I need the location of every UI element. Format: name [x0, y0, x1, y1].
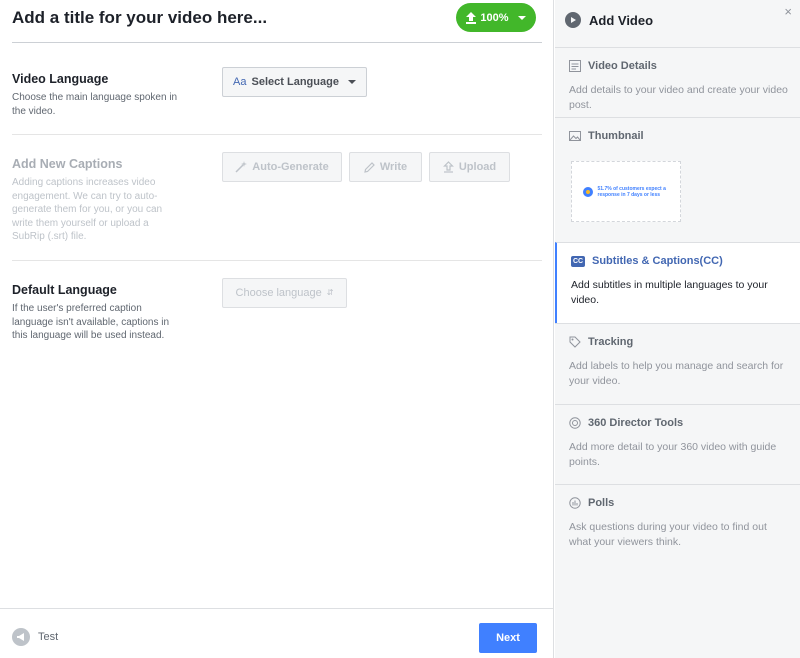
upload-progress-button[interactable]: 100% [456, 3, 536, 32]
thumbnail-preview[interactable]: 51.7% of customers expect a response in … [571, 161, 681, 222]
play-icon [565, 12, 581, 28]
sidebar-item-label: 360 Director Tools [588, 417, 684, 429]
title-bar: Add a title for your video here... 100% [12, 0, 542, 43]
main-panel: Add a title for your video here... 100% … [0, 0, 554, 658]
sidebar-item-head: Polls [569, 497, 614, 509]
auto-generate-button[interactable]: Auto-Generate [222, 152, 342, 182]
video-language-description: Choose the main language spoken in the v… [12, 92, 178, 117]
sidebar-header: Add Video [555, 0, 800, 40]
footer: Test Next [0, 608, 554, 658]
progress-label: 100% [480, 11, 509, 24]
sidebar-item-head: 360 Director Tools [569, 417, 683, 429]
sidebar-item-label: Thumbnail [588, 130, 644, 142]
thumbnail-caption: 51.7% of customers expect a response in … [597, 185, 666, 198]
target-icon [569, 417, 581, 429]
default-language-section: Default Language If the user's preferred… [12, 261, 542, 381]
add-captions-description: Adding captions increases video engageme… [12, 177, 163, 242]
select-language-label: Select Language [251, 76, 339, 88]
sidebar-item-head: Video Details [569, 60, 657, 72]
pie-chart-icon [582, 186, 593, 197]
sidebar-item-label: Subtitles & Captions(CC) [592, 255, 723, 267]
add-video-sidebar: Add Video × Video Details Add details to… [555, 0, 800, 658]
caret-down-icon [347, 80, 356, 84]
write-label: Write [379, 161, 408, 173]
sidebar-item-tracking[interactable]: Tracking Add labels to help you manage a… [555, 323, 800, 404]
close-icon[interactable]: × [784, 4, 792, 19]
test-toggle[interactable]: Test [12, 628, 58, 646]
sidebar-item-360-director-tools[interactable]: 360 Director Tools Add more detail to yo… [555, 404, 800, 484]
sidebar-item-description: Add more detail to your 360 video with g… [569, 441, 777, 468]
sidebar-item-description: Ask questions during your video to find … [569, 521, 767, 548]
test-label: Test [38, 631, 59, 643]
sidebar-item-head: Tracking [569, 336, 633, 348]
tag-icon [569, 336, 581, 348]
video-language-section: Video Language Choose the main language … [12, 43, 542, 135]
upload-label: Upload [458, 161, 497, 173]
sidebar-item-label: Polls [588, 497, 615, 509]
sidebar-item-head: CC Subtitles & Captions(CC) [571, 255, 723, 267]
sidebar-item-polls[interactable]: Polls Ask questions during your video to… [555, 484, 800, 658]
sidebar-item-description: Add subtitles in multiple languages to y… [571, 279, 768, 306]
select-language-button[interactable]: Aa Select Language [222, 67, 367, 97]
poll-icon [569, 497, 581, 509]
font-aa-icon: Aa [233, 76, 247, 88]
sidebar-title: Add Video [589, 12, 654, 28]
add-captions-title: Add New Captions [12, 157, 123, 171]
default-language-title: Default Language [12, 283, 117, 297]
megaphone-icon [12, 628, 30, 646]
document-icon [569, 60, 581, 72]
upload-arrow-icon [466, 11, 477, 24]
upload-icon [442, 161, 454, 173]
magic-wand-icon [235, 161, 248, 173]
sidebar-item-head: Thumbnail [569, 130, 644, 142]
sidebar-item-label: Video Details [588, 60, 657, 72]
chevron-down-icon [517, 15, 526, 20]
write-button[interactable]: Write [349, 152, 422, 182]
video-language-title: Video Language [12, 72, 109, 86]
upload-button[interactable]: Upload [429, 152, 510, 182]
choose-language-label: Choose language [235, 287, 322, 299]
sort-arrows-icon: ⇵ [326, 288, 334, 297]
add-captions-section: Add New Captions Adding captions increas… [12, 135, 542, 261]
sidebar-item-description: Add labels to help you manage and search… [569, 360, 784, 387]
sidebar-item-description: Add details to your video and create you… [569, 84, 788, 111]
choose-language-select[interactable]: Choose language ⇵ [222, 278, 347, 308]
sidebar-item-label: Tracking [588, 336, 634, 348]
sidebar-item-subtitles-captions[interactable]: CC Subtitles & Captions(CC) Add subtitle… [555, 242, 800, 323]
auto-generate-label: Auto-Generate [252, 161, 329, 173]
next-button[interactable]: Next [479, 623, 537, 653]
pencil-icon [364, 161, 375, 173]
default-language-description: If the user's preferred caption language… [12, 303, 170, 341]
video-title-input[interactable]: Add a title for your video here... [12, 7, 412, 29]
sidebar-item-video-details[interactable]: Video Details Add details to your video … [555, 47, 800, 117]
image-icon [569, 131, 581, 141]
sidebar-item-thumbnail[interactable]: Thumbnail 51.7% of customers expect a re… [555, 117, 800, 242]
cc-icon: CC [571, 255, 585, 267]
